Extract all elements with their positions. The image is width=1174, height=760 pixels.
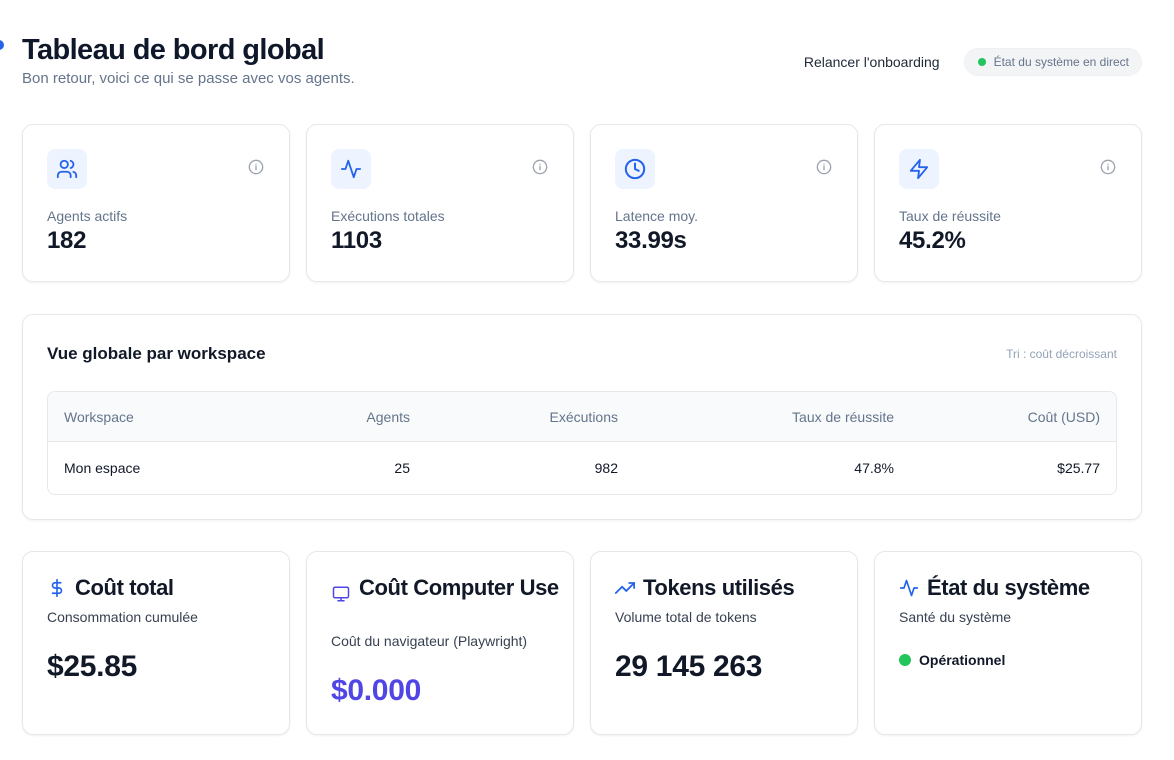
dollar-icon	[47, 576, 67, 600]
table-header-row: Workspace Agents Exécutions Taux de réus…	[48, 392, 1116, 442]
stat-value: 45.2%	[899, 227, 966, 254]
header-actions: Relancer l'onboarding État du système en…	[804, 48, 1142, 76]
card-subtitle: Santé du système	[899, 609, 1012, 625]
card-title: Coût total	[75, 575, 174, 600]
card-title: Tokens utilisés	[643, 575, 795, 600]
system-health-status: Opérationnel	[899, 652, 1005, 668]
computer-use-cost-card: Coût Computer Use Coût du navigateur (Pl…	[306, 551, 574, 735]
card-header: État du système	[899, 576, 1127, 600]
monitor-icon	[331, 582, 351, 606]
cell-workspace: Mon espace	[64, 460, 141, 476]
live-status-label: État du système en direct	[993, 55, 1129, 69]
table-sort-label[interactable]: Tri : coût décroissant	[1006, 347, 1117, 361]
trending-up-icon	[615, 576, 635, 600]
stat-card-active-agents: Agents actifs 182	[22, 124, 290, 282]
column-header-agents: Agents	[366, 408, 410, 425]
column-header-success-rate: Taux de réussite	[792, 408, 894, 425]
tokens-value: 29 145 263	[615, 650, 763, 683]
info-icon[interactable]	[1100, 159, 1116, 175]
status-dot	[899, 654, 911, 666]
info-icon[interactable]	[532, 159, 548, 175]
column-header-executions: Exécutions	[549, 408, 618, 425]
table-row[interactable]: Mon espace 25 982 47.8% $25.77	[48, 442, 1116, 494]
stat-label: Taux de réussite	[899, 208, 1001, 224]
card-subtitle: Consommation cumulée	[47, 609, 198, 625]
activity-icon	[899, 576, 919, 600]
status-dot	[977, 58, 986, 66]
stat-label: Latence moy.	[615, 208, 699, 224]
stat-card-total-executions: Exécutions totales 1103	[306, 124, 574, 282]
restart-onboarding-button[interactable]: Relancer l'onboarding	[804, 54, 940, 70]
column-header-workspace: Workspace	[64, 408, 134, 425]
card-subtitle: Volume total de tokens	[615, 609, 757, 625]
stat-value: 1103	[331, 227, 382, 254]
live-status-badge: État du système en direct	[963, 48, 1142, 76]
cell-cost: $25.77	[1057, 460, 1100, 476]
page-header: Tableau de bord global Bon retour, voici…	[22, 32, 1142, 92]
stat-card-avg-latency: Latence moy. 33.99s	[590, 124, 858, 282]
cell-success-rate: 47.8%	[854, 460, 894, 476]
workspace-table: Workspace Agents Exécutions Taux de réus…	[47, 391, 1117, 495]
workspace-table-title: Vue globale par workspace	[47, 344, 266, 363]
system-state-card: État du système Santé du système Opérati…	[874, 551, 1142, 735]
cell-agents: 25	[394, 460, 410, 476]
stat-label: Exécutions totales	[331, 208, 445, 224]
sidebar-edge-indicator	[0, 40, 4, 50]
stat-value: 33.99s	[615, 227, 687, 254]
zap-icon	[899, 149, 939, 189]
computer-use-cost-value: $0.000	[331, 674, 421, 707]
card-header: Coût Computer Use	[331, 576, 559, 606]
stat-value: 182	[47, 227, 87, 254]
cell-executions: 982	[594, 460, 618, 476]
card-subtitle: Coût du navigateur (Playwright)	[331, 633, 528, 649]
activity-icon	[331, 149, 371, 189]
clock-icon	[615, 149, 655, 189]
info-icon[interactable]	[248, 159, 264, 175]
workspace-overview-card: Vue globale par workspace Tri : coût déc…	[22, 314, 1142, 520]
column-header-cost: Coût (USD)	[1027, 408, 1100, 425]
info-icon[interactable]	[816, 159, 832, 175]
tokens-card: Tokens utilisés Volume total de tokens 2…	[590, 551, 858, 735]
card-header: Coût total	[47, 576, 275, 600]
total-cost-card: Coût total Consommation cumulée $25.85	[22, 551, 290, 735]
stat-label: Agents actifs	[47, 208, 128, 224]
system-status-label: Opérationnel	[919, 652, 1006, 668]
stat-card-success-rate: Taux de réussite 45.2%	[874, 124, 1142, 282]
users-icon	[47, 149, 87, 189]
card-title: État du système	[927, 575, 1090, 600]
card-title: Coût Computer Use	[359, 575, 559, 600]
card-header: Tokens utilisés	[615, 576, 843, 600]
total-cost-value: $25.85	[47, 650, 137, 683]
